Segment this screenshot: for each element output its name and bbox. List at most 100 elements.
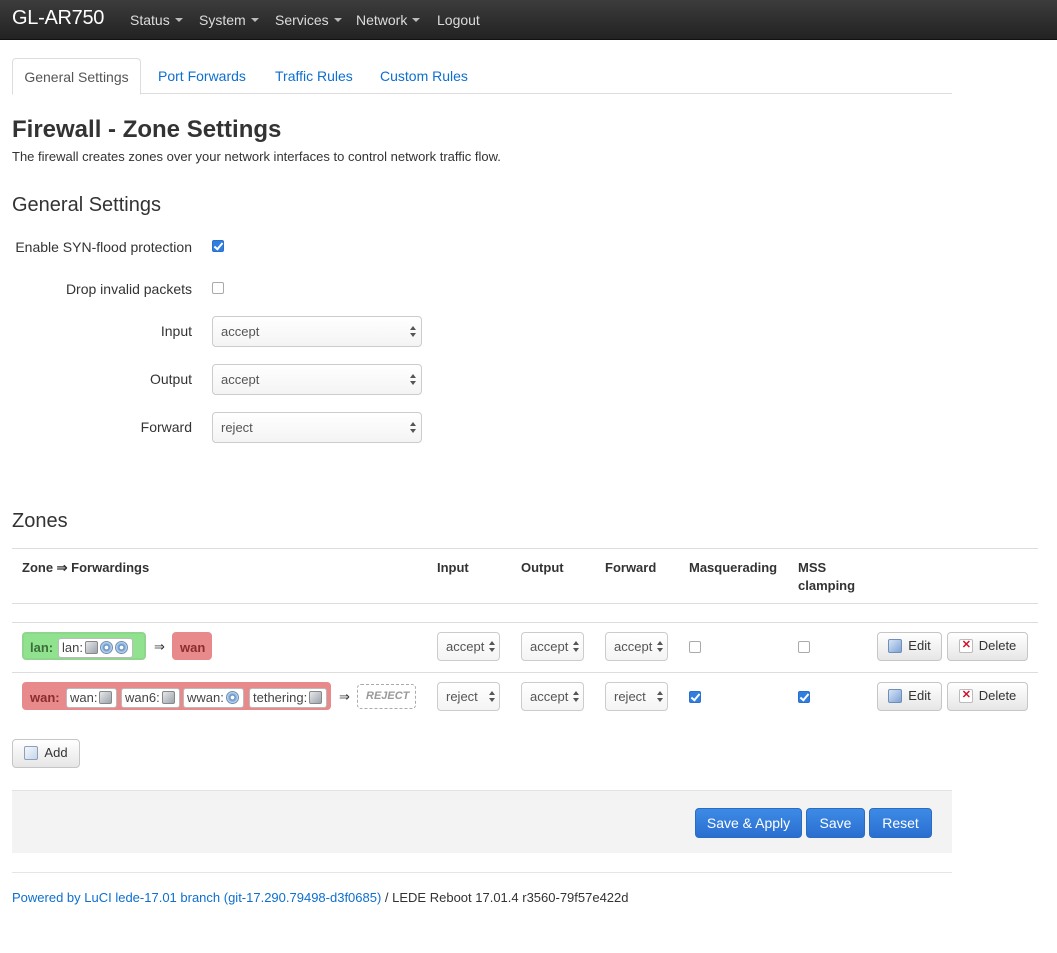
wan-delete-button[interactable]: Delete (947, 682, 1028, 711)
luci-version-link[interactable]: Powered by LuCI lede-17.01 branch (git-1… (12, 890, 381, 905)
tab-general-settings[interactable]: General Settings (12, 58, 141, 95)
firmware-version-text: / LEDE Reboot 17.01.4 r3560-79f57e422d (381, 890, 629, 905)
tab-bar: General Settings Port Forwards Traffic R… (12, 58, 952, 95)
save-apply-button[interactable]: Save & Apply (695, 808, 802, 838)
menu-services-label: Services (275, 12, 329, 28)
zone-wan-badge: wan: wan: wan6: wwan: tethering: (22, 682, 331, 710)
lan-output-select[interactable]: accept (521, 632, 584, 661)
drop-invalid-checkbox[interactable] (212, 282, 224, 294)
page-title: Firewall - Zone Settings (12, 116, 282, 143)
reset-button[interactable]: Reset (869, 808, 932, 838)
wan-output-select[interactable]: accept (521, 682, 584, 711)
wan-mss-clamping-checkbox[interactable] (798, 691, 810, 703)
interface-wan6-label: wan6: (125, 690, 160, 705)
save-button[interactable]: Save (806, 808, 865, 838)
input-policy-value: accept (221, 324, 260, 339)
select-arrows-icon (657, 691, 663, 703)
wan-output-value: accept (530, 689, 569, 704)
lan-input-select[interactable]: accept (437, 632, 500, 661)
input-policy-label: Input (160, 323, 192, 339)
menu-services[interactable]: Services (275, 12, 342, 28)
forward-policy-select[interactable]: reject (212, 412, 422, 443)
lan-masquerading-checkbox[interactable] (689, 641, 701, 653)
brand-logo-text[interactable]: GL-AR750 (12, 7, 104, 30)
output-policy-select[interactable]: accept (212, 364, 422, 395)
target-reject-badge: REJECT (357, 684, 416, 709)
lan-mss-clamping-checkbox[interactable] (798, 641, 810, 653)
menu-network[interactable]: Network (356, 12, 421, 28)
tab-custom-rules[interactable]: Custom Rules (380, 58, 468, 95)
chevron-down-icon (250, 18, 259, 23)
lan-edit-button[interactable]: Edit (877, 632, 942, 661)
lan-forward-select[interactable]: accept (605, 632, 668, 661)
chevron-down-icon (333, 18, 342, 23)
col-zone-forwardings: Zone ⇒ Forwardings (22, 560, 150, 575)
zones-heading: Zones (12, 510, 68, 532)
delete-icon (958, 638, 973, 653)
col-mss-clamping: clamping (798, 578, 856, 593)
select-arrows-icon (489, 691, 495, 703)
menu-system[interactable]: System (199, 12, 259, 28)
chevron-down-icon (174, 18, 183, 23)
select-arrows-icon (573, 691, 579, 703)
delete-label: Delete (978, 638, 1017, 653)
interface-lan: lan: (58, 638, 133, 658)
col-mss: MSS (798, 560, 827, 575)
target-reject-name: REJECT (366, 690, 410, 702)
wifi-icon (225, 691, 239, 704)
ethernet-icon (309, 691, 323, 704)
interface-wan-label: wan: (70, 690, 98, 705)
zone-lan-badge: lan: lan: (22, 632, 146, 660)
wan-masquerading-checkbox[interactable] (689, 691, 701, 703)
target-wan-badge: wan (172, 632, 212, 660)
select-arrows-icon (489, 641, 495, 653)
lan-delete-button[interactable]: Delete (947, 632, 1028, 661)
col-output: Output (521, 560, 564, 575)
input-policy-select[interactable]: accept (212, 316, 422, 347)
col-masquerading: Masquerading (689, 560, 778, 575)
ethernet-icon (84, 641, 98, 654)
interface-tethering-label: tethering: (253, 690, 308, 705)
forward-arrow: ⇒ (154, 639, 165, 654)
interface-wan: wan: (66, 688, 118, 708)
footer: Powered by LuCI lede-17.01 branch (git-1… (12, 890, 629, 905)
forward-policy-value: reject (221, 420, 253, 435)
ethernet-icon (161, 691, 175, 704)
page-description: The firewall creates zones over your net… (12, 149, 501, 164)
logout-link[interactable]: Logout (437, 12, 480, 28)
form-actions-bar: Save & Apply Save Reset (12, 790, 952, 853)
edit-icon (888, 689, 903, 703)
edit-label: Edit (908, 688, 931, 703)
interface-wan6: wan6: (121, 688, 180, 708)
footer-divider (12, 872, 952, 873)
select-arrows-icon (573, 641, 579, 653)
edit-icon (888, 639, 903, 653)
delete-label: Delete (978, 688, 1017, 703)
ethernet-icon (99, 691, 113, 704)
wan-forward-select[interactable]: reject (605, 682, 668, 711)
col-input: Input (437, 560, 469, 575)
wan-input-select[interactable]: reject (437, 682, 500, 711)
lan-input-value: accept (446, 639, 485, 654)
output-policy-value: accept (221, 372, 260, 387)
drop-invalid-label: Drop invalid packets (65, 281, 192, 297)
syn-flood-label: Enable SYN-flood protection (15, 239, 192, 255)
wan-edit-button[interactable]: Edit (877, 682, 942, 711)
add-zone-button[interactable]: Add (12, 739, 80, 768)
target-wan-name: wan (180, 640, 206, 655)
zone-wan-name: wan: (30, 690, 60, 705)
select-arrows-icon (410, 374, 416, 386)
tab-port-forwards[interactable]: Port Forwards (158, 58, 246, 95)
wifi-icon (99, 641, 113, 654)
select-arrows-icon (657, 641, 663, 653)
menu-status-label: Status (130, 12, 170, 28)
tab-traffic-rules[interactable]: Traffic Rules (275, 58, 353, 95)
interface-lan-label: lan: (62, 640, 83, 655)
general-settings-heading: General Settings (12, 194, 161, 216)
interface-tethering: tethering: (249, 688, 328, 708)
menu-status[interactable]: Status (130, 12, 183, 28)
add-label: Add (44, 745, 68, 760)
interface-wwan: wwan: (183, 688, 244, 708)
syn-flood-checkbox[interactable] (212, 240, 224, 252)
wifi-icon (114, 641, 128, 654)
